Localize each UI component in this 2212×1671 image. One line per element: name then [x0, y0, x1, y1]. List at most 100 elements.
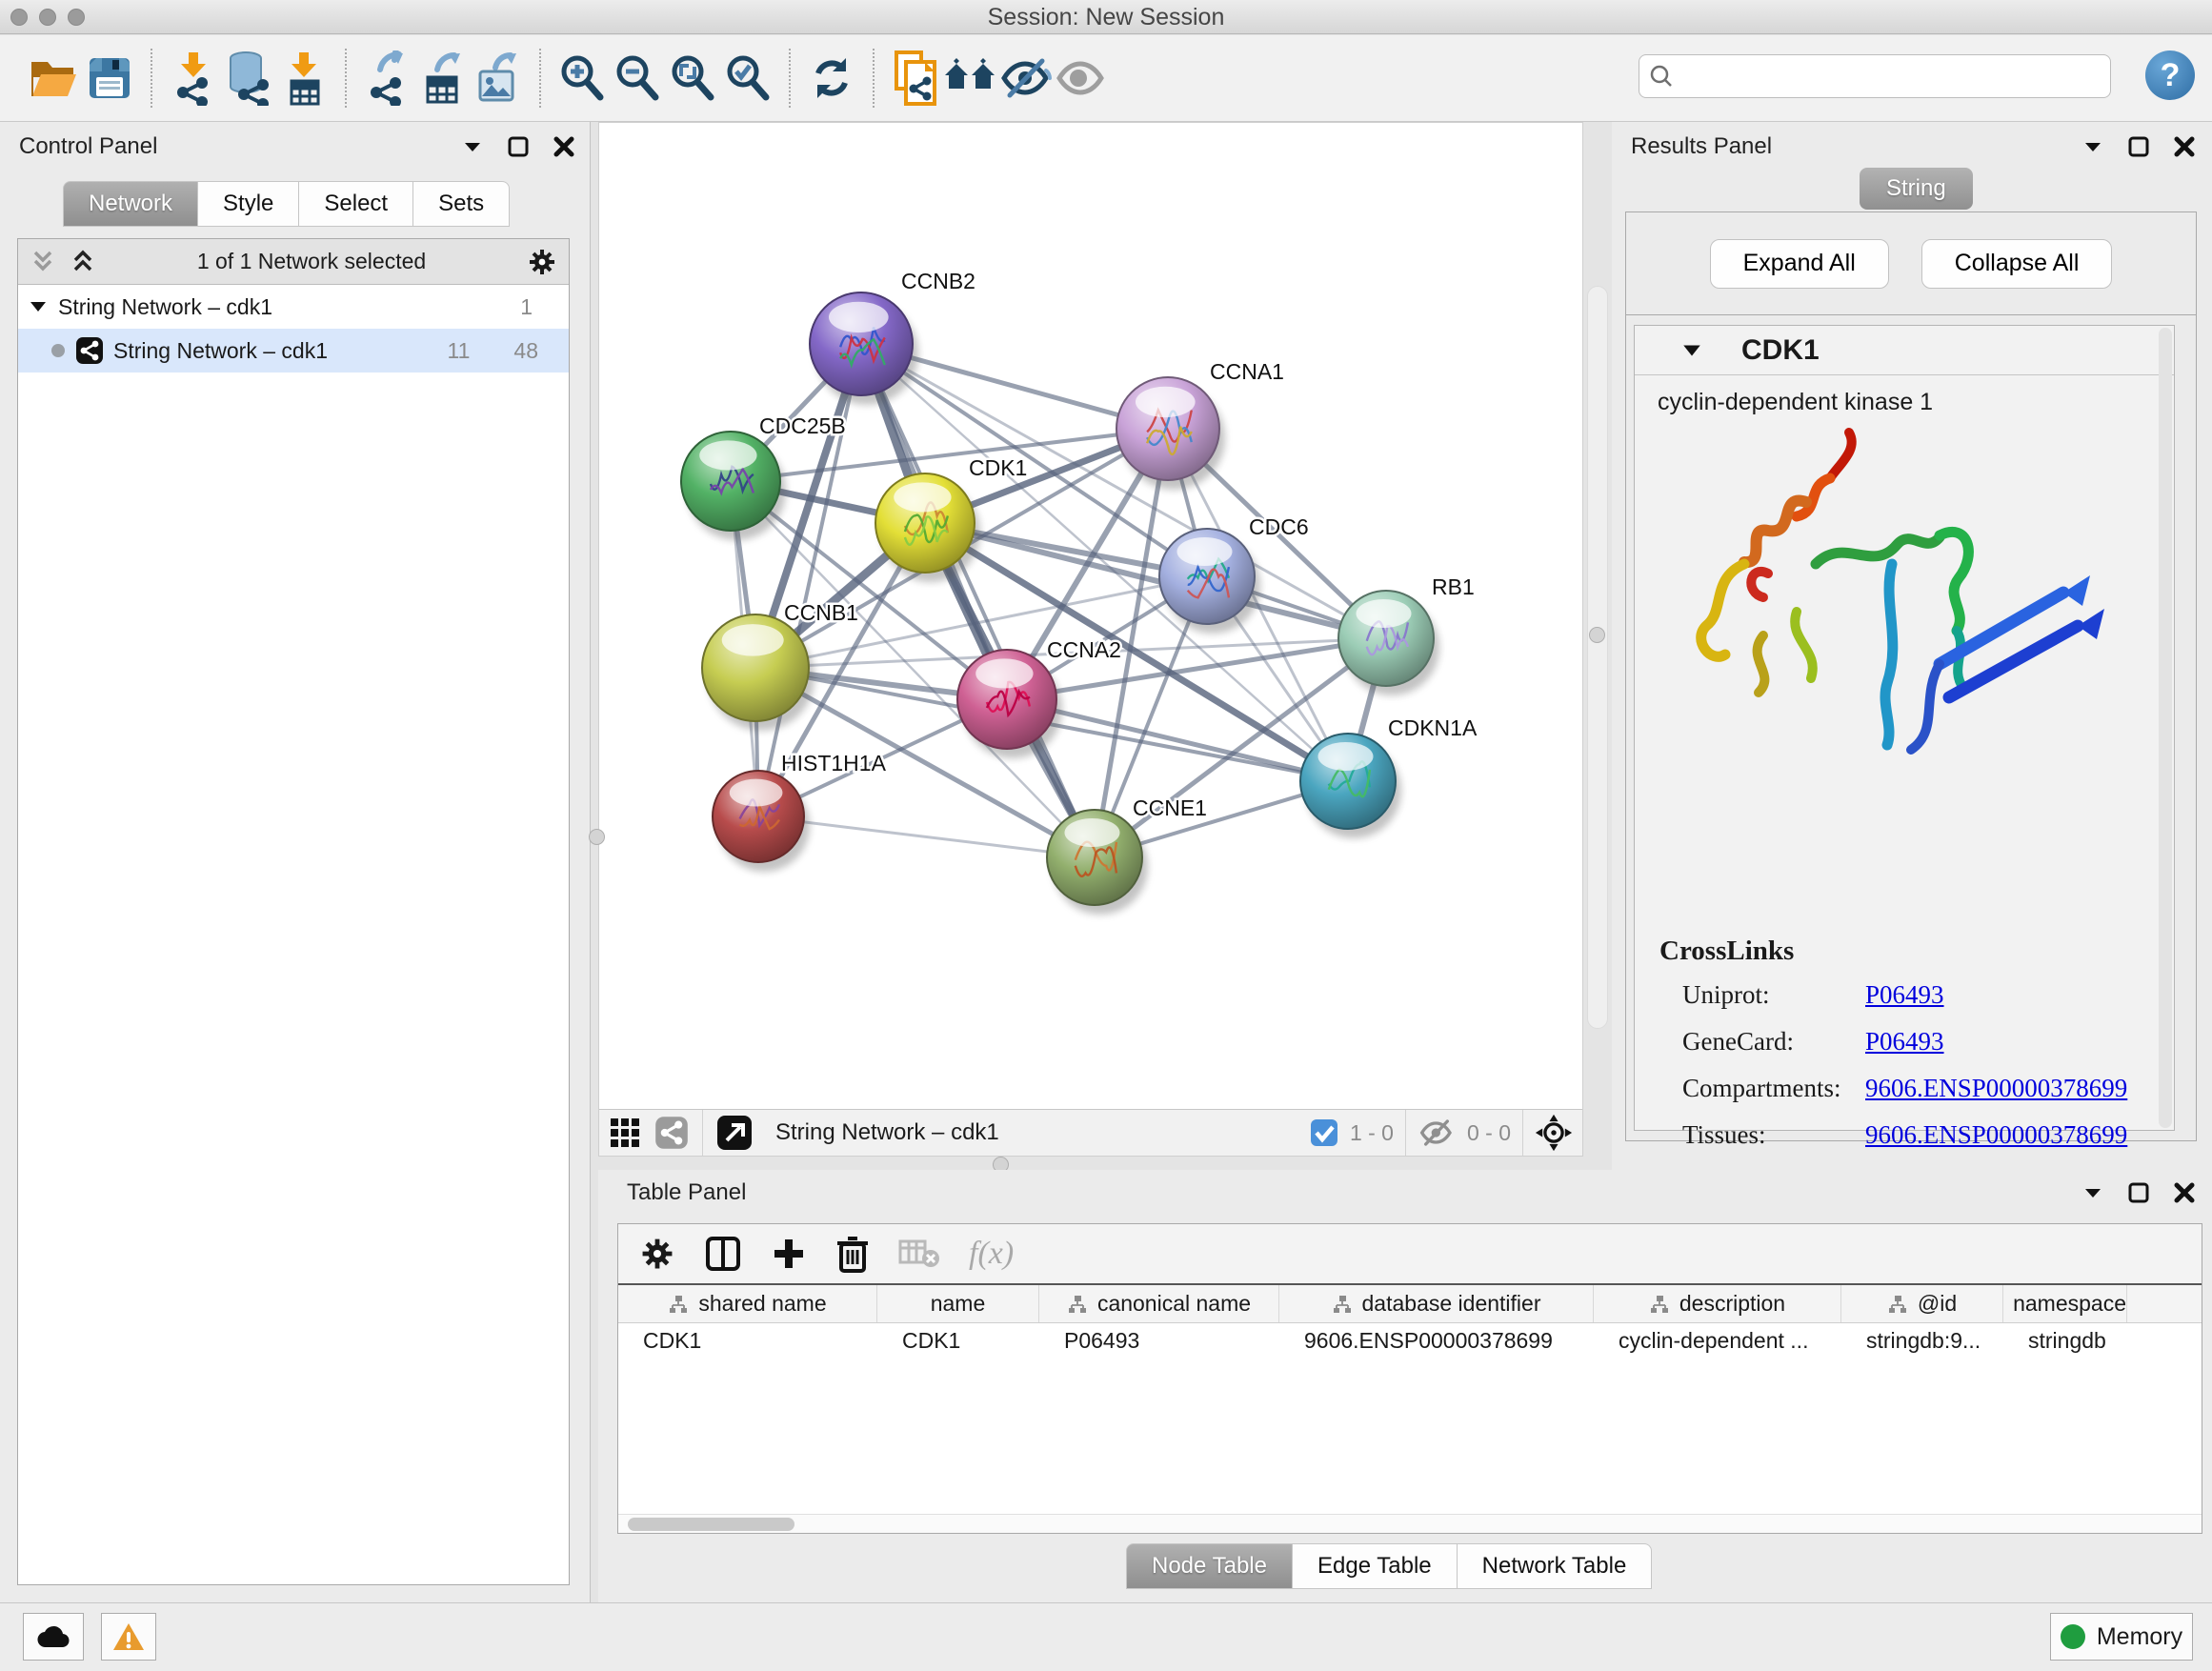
- zoom-fit-icon[interactable]: [665, 50, 720, 107]
- birdseye-view-icon[interactable]: [716, 1115, 753, 1151]
- network-node-ccnb2[interactable]: CCNB2: [810, 269, 975, 405]
- search-input[interactable]: [1674, 64, 2083, 90]
- cloud-button[interactable]: [23, 1613, 84, 1661]
- tab-network-table[interactable]: Network Table: [1458, 1543, 1653, 1589]
- table-cell[interactable]: CDK1: [877, 1323, 1039, 1361]
- node-label: CDK1: [969, 455, 1027, 480]
- table-cell[interactable]: stringdb: [2003, 1323, 2127, 1361]
- memory-button[interactable]: Memory: [2050, 1613, 2193, 1661]
- column-header-namespace[interactable]: namespace: [2003, 1285, 2127, 1322]
- table-settings-gear-icon[interactable]: [639, 1236, 675, 1272]
- crosslink-row: GeneCard:P06493: [1659, 1027, 2127, 1057]
- network-share-icon[interactable]: [654, 1116, 689, 1150]
- table-cell[interactable]: 9606.ENSP00000378699: [1279, 1323, 1594, 1361]
- show-columns-icon[interactable]: [704, 1235, 742, 1273]
- crosslink-link[interactable]: 9606.ENSP00000378699: [1865, 1074, 2127, 1103]
- warning-button[interactable]: [101, 1613, 156, 1661]
- refresh-icon[interactable]: [804, 50, 859, 107]
- gear-icon[interactable]: [527, 247, 557, 277]
- panel-close-icon[interactable]: [2172, 1180, 2197, 1205]
- zoom-selected-icon[interactable]: [720, 50, 775, 107]
- warning-icon: [112, 1622, 145, 1651]
- column-header--id[interactable]: @id: [1841, 1285, 2003, 1322]
- import-table-icon[interactable]: [276, 50, 332, 107]
- collapse-all-icon[interactable]: [30, 249, 56, 275]
- table-horizontal-scrollbar[interactable]: [618, 1514, 2202, 1533]
- right-splitter[interactable]: [1587, 286, 1608, 1029]
- hide-selected-icon[interactable]: [998, 50, 1054, 107]
- panel-float-icon[interactable]: [2126, 1180, 2151, 1205]
- scrollbar-thumb[interactable]: [628, 1518, 794, 1531]
- crosslink-link[interactable]: P06493: [1865, 1027, 1944, 1057]
- tab-style[interactable]: Style: [198, 181, 299, 227]
- export-table-icon[interactable]: [415, 50, 471, 107]
- help-button[interactable]: ?: [2145, 50, 2195, 100]
- panel-float-icon[interactable]: [2126, 134, 2151, 159]
- panel-close-icon[interactable]: [2172, 134, 2197, 159]
- export-image-icon[interactable]: [471, 50, 526, 107]
- panel-close-icon[interactable]: [552, 134, 576, 159]
- crosslink-link[interactable]: 9606.ENSP00000378699: [1865, 1120, 2127, 1150]
- network-node-cdkn1a[interactable]: CDKN1A: [1300, 715, 1478, 838]
- hidden-eye-icon[interactable]: [1418, 1117, 1456, 1148]
- network-collection-row[interactable]: String Network – cdk1 1: [18, 285, 569, 329]
- expand-all-icon[interactable]: [70, 249, 96, 275]
- tab-sets[interactable]: Sets: [413, 181, 510, 227]
- column-header-database-identifier[interactable]: database identifier: [1279, 1285, 1594, 1322]
- network-node-cdk1[interactable]: CDK1: [875, 455, 1027, 582]
- show-all-icon[interactable]: [1054, 50, 1109, 107]
- network-node-hist1h1a[interactable]: HIST1H1A: [713, 751, 887, 872]
- table-cell[interactable]: stringdb:9...: [1841, 1323, 2003, 1361]
- add-column-icon[interactable]: [771, 1236, 807, 1272]
- new-network-from-selection-icon[interactable]: [888, 50, 943, 107]
- delete-column-icon[interactable]: [835, 1235, 870, 1273]
- first-neighbors-icon[interactable]: [943, 50, 998, 107]
- open-folder-icon[interactable]: [27, 50, 82, 107]
- node-label: CCNA2: [1047, 637, 1121, 662]
- tab-network[interactable]: Network: [63, 181, 198, 227]
- network-node-ccna1[interactable]: CCNA1: [1116, 359, 1284, 490]
- tab-string[interactable]: String: [1860, 168, 1973, 210]
- panel-float-icon[interactable]: [506, 134, 531, 159]
- selected-checkbox-icon[interactable]: [1310, 1118, 1338, 1147]
- panel-menu-icon[interactable]: [460, 134, 485, 159]
- table-row[interactable]: CDK1CDK1P064939606.ENSP00000378699cyclin…: [618, 1323, 2202, 1361]
- network-canvas[interactable]: CCNB2CCNA1CDC25BCDK1CDC6RB1CCNB1CCNA2CDK…: [599, 123, 1582, 1109]
- panel-menu-icon[interactable]: [2081, 134, 2105, 159]
- network-view-panel: CCNB2CCNA1CDC25BCDK1CDC6RB1CCNB1CCNA2CDK…: [598, 122, 1583, 1157]
- crosshair-icon[interactable]: [1535, 1114, 1573, 1152]
- column-header-description[interactable]: description: [1594, 1285, 1841, 1322]
- results-scrollbar[interactable]: [2159, 328, 2172, 1128]
- tab-select[interactable]: Select: [299, 181, 413, 227]
- column-header-shared-name[interactable]: shared name: [618, 1285, 877, 1322]
- tree-expanded-icon[interactable]: [28, 296, 49, 317]
- network-type-icon: [75, 336, 104, 365]
- gene-entry-header[interactable]: CDK1: [1635, 326, 2174, 375]
- grid-view-icon[interactable]: [609, 1117, 641, 1149]
- tab-node-table[interactable]: Node Table: [1126, 1543, 1293, 1589]
- network-row[interactable]: String Network – cdk1 11 48: [18, 329, 569, 372]
- expand-all-button[interactable]: Expand All: [1710, 239, 1889, 289]
- right-splitter-handle[interactable]: [1589, 627, 1605, 643]
- table-cell[interactable]: cyclin-dependent ...: [1594, 1323, 1841, 1361]
- zoom-out-icon[interactable]: [610, 50, 665, 107]
- crosslinks-title: CrossLinks: [1659, 936, 2127, 967]
- node-label: HIST1H1A: [781, 751, 887, 775]
- table-cell[interactable]: P06493: [1039, 1323, 1279, 1361]
- panel-menu-icon[interactable]: [2081, 1180, 2105, 1205]
- save-icon[interactable]: [82, 50, 137, 107]
- left-splitter-handle[interactable]: [589, 829, 605, 845]
- zoom-in-icon[interactable]: [554, 50, 610, 107]
- import-network-database-icon[interactable]: [221, 50, 276, 107]
- table-header-row: shared namenamecanonical namedatabase id…: [618, 1285, 2202, 1323]
- export-network-icon[interactable]: [360, 50, 415, 107]
- import-network-icon[interactable]: [166, 50, 221, 107]
- crosslink-link[interactable]: P06493: [1865, 980, 1944, 1010]
- collapse-all-button[interactable]: Collapse All: [1921, 239, 2113, 289]
- column-header-canonical-name[interactable]: canonical name: [1039, 1285, 1279, 1322]
- network-node-rb1[interactable]: RB1: [1338, 574, 1475, 695]
- column-header-name[interactable]: name: [877, 1285, 1039, 1322]
- table-cell[interactable]: CDK1: [618, 1323, 877, 1361]
- tab-edge-table[interactable]: Edge Table: [1293, 1543, 1458, 1589]
- entry-expanded-icon[interactable]: [1680, 339, 1703, 362]
